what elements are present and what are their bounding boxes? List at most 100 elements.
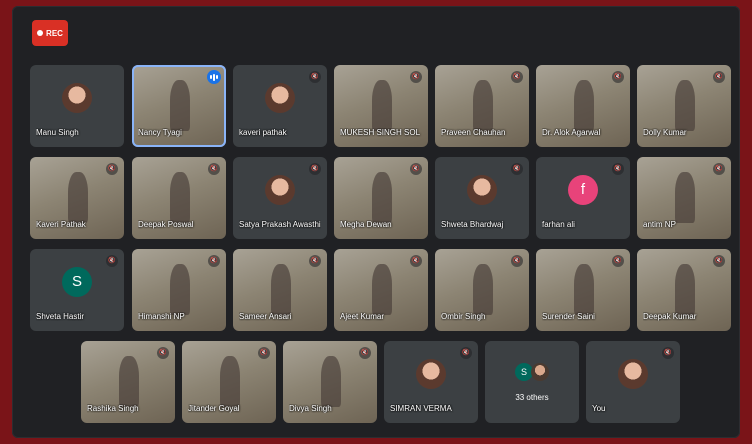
participant-name: antim NP bbox=[643, 220, 676, 229]
mic-off-icon: 🔇 bbox=[713, 163, 725, 175]
others-tile[interactable]: S 33 others bbox=[485, 341, 579, 423]
recording-label: REC bbox=[46, 28, 63, 38]
participant-tile[interactable]: 🔇 Rashika Singh bbox=[81, 341, 175, 423]
participant-video bbox=[67, 171, 89, 223]
participant-tile[interactable]: 🔇 Deepak Kumar bbox=[637, 249, 731, 331]
mic-off-icon: 🔇 bbox=[410, 255, 422, 267]
participant-name: Dr. Alok Agarwal bbox=[542, 128, 601, 137]
participant-name: Shweta Bhardwaj bbox=[441, 220, 504, 229]
participant-video bbox=[371, 263, 393, 315]
mic-off-icon: 🔇 bbox=[309, 163, 321, 175]
mic-off-icon: 🔇 bbox=[713, 255, 725, 267]
participant-tile[interactable]: 🔇 Ajeet Kumar bbox=[334, 249, 428, 331]
participant-name: farhan ali bbox=[542, 220, 575, 229]
mic-off-icon: 🔇 bbox=[662, 347, 674, 359]
participant-tile[interactable]: S 🔇 Shveta Hastir bbox=[30, 249, 124, 331]
participant-tile[interactable]: 🔇 SIMRAN VERMA bbox=[384, 341, 478, 423]
mic-off-icon: 🔇 bbox=[208, 255, 220, 267]
mic-off-icon: 🔇 bbox=[460, 347, 472, 359]
participant-tile[interactable]: Manu Singh bbox=[30, 65, 124, 147]
participant-tile[interactable]: 🔇 Ombir Singh bbox=[435, 249, 529, 331]
mic-off-icon: 🔇 bbox=[511, 71, 523, 83]
participant-tile[interactable]: 🔇 Dr. Alok Agarwal bbox=[536, 65, 630, 147]
mic-off-icon: 🔇 bbox=[106, 255, 118, 267]
mic-off-icon: 🔇 bbox=[309, 71, 321, 83]
mic-off-icon: 🔇 bbox=[511, 255, 523, 267]
participant-tile[interactable]: 🔇 MUKESH SINGH SOL bbox=[334, 65, 428, 147]
participant-avatar bbox=[265, 82, 295, 113]
participant-tile[interactable]: 🔇 antim NP bbox=[637, 157, 731, 239]
participant-tile[interactable]: 🔇 Himanshi NP bbox=[132, 249, 226, 331]
participant-avatar bbox=[467, 174, 497, 205]
participant-video bbox=[219, 355, 241, 407]
participant-name: Kaveri Pathak bbox=[36, 220, 86, 229]
participant-tile[interactable]: 🔇 Dolly Kumar bbox=[637, 65, 731, 147]
mic-off-icon: 🔇 bbox=[157, 347, 169, 359]
participant-name: Shveta Hastir bbox=[36, 312, 85, 321]
participant-tile[interactable]: 🔇 Surender Saini bbox=[536, 249, 630, 331]
participant-video bbox=[573, 79, 595, 131]
mic-off-icon: 🔇 bbox=[309, 255, 321, 267]
participant-tile[interactable]: 🔇 Satya Prakash Awasthi bbox=[233, 157, 327, 239]
participant-video bbox=[472, 79, 494, 131]
participant-video bbox=[320, 355, 342, 407]
mic-off-icon: 🔇 bbox=[208, 163, 220, 175]
participant-avatar: S bbox=[62, 266, 92, 297]
participant-avatar bbox=[265, 174, 295, 205]
others-label: 33 others bbox=[515, 393, 549, 402]
participant-name: Dolly Kumar bbox=[643, 128, 687, 137]
participant-video bbox=[674, 171, 696, 223]
participant-avatar: f bbox=[568, 174, 598, 205]
participant-tile[interactable]: 🔇 Sameer Ansari bbox=[233, 249, 327, 331]
mic-off-icon: 🔇 bbox=[511, 163, 523, 175]
participant-video bbox=[169, 171, 191, 223]
participant-name: Praveen Chauhan bbox=[441, 128, 506, 137]
participant-tile[interactable]: 🔇 Shweta Bhardwaj bbox=[435, 157, 529, 239]
participant-video bbox=[472, 263, 494, 315]
mic-off-icon: 🔇 bbox=[713, 71, 725, 83]
participant-video bbox=[169, 263, 191, 315]
participant-name: Deepak Poswal bbox=[138, 220, 194, 229]
recording-badge: REC bbox=[32, 20, 68, 46]
participant-tile[interactable]: 🔇 Deepak Poswal bbox=[132, 157, 226, 239]
participant-name: Divya Singh bbox=[289, 404, 332, 413]
participant-name: Manu Singh bbox=[36, 128, 79, 137]
mic-off-icon: 🔇 bbox=[359, 347, 371, 359]
participant-name: kaveri pathak bbox=[239, 128, 287, 137]
participant-name: Himanshi NP bbox=[138, 312, 185, 321]
participant-name: Sameer Ansari bbox=[239, 312, 292, 321]
participant-video bbox=[371, 171, 393, 223]
participant-name: Ombir Singh bbox=[441, 312, 486, 321]
participant-video bbox=[573, 263, 595, 315]
participant-tile[interactable]: 🔇 Kaveri Pathak bbox=[30, 157, 124, 239]
mic-off-icon: 🔇 bbox=[258, 347, 270, 359]
mic-off-icon: 🔇 bbox=[612, 163, 624, 175]
audio-level-icon bbox=[207, 70, 221, 84]
participant-tile[interactable]: 🔇 Megha Dewan bbox=[334, 157, 428, 239]
mic-off-icon: 🔇 bbox=[410, 163, 422, 175]
participant-tile[interactable]: f 🔇 farhan ali bbox=[536, 157, 630, 239]
participant-video bbox=[169, 79, 191, 131]
participant-tile[interactable]: Nancy Tyagi bbox=[132, 65, 226, 147]
participant-name: Deepak Kumar bbox=[643, 312, 697, 321]
mic-off-icon: 🔇 bbox=[410, 71, 422, 83]
participant-name: Surender Saini bbox=[542, 312, 595, 321]
participant-video bbox=[371, 79, 393, 131]
participant-video bbox=[674, 79, 696, 131]
others-avatar-photo bbox=[531, 363, 549, 381]
mic-off-icon: 🔇 bbox=[612, 71, 624, 83]
participant-video bbox=[270, 263, 292, 315]
participant-name: You bbox=[592, 404, 606, 413]
participant-avatar bbox=[62, 82, 92, 113]
participant-name: Megha Dewan bbox=[340, 220, 392, 229]
meeting-grid: REC Manu Singh Nancy Tyagi 🔇 kaveri pathak 🔇… bbox=[12, 6, 740, 438]
participant-avatar bbox=[618, 358, 648, 389]
mic-off-icon: 🔇 bbox=[106, 163, 118, 175]
participant-tile[interactable]: 🔇 Divya Singh bbox=[283, 341, 377, 423]
participant-video bbox=[674, 263, 696, 315]
participant-name: MUKESH SINGH SOL bbox=[340, 128, 421, 137]
participant-tile[interactable]: 🔇 You bbox=[586, 341, 680, 423]
participant-tile[interactable]: 🔇 kaveri pathak bbox=[233, 65, 327, 147]
participant-tile[interactable]: 🔇 Praveen Chauhan bbox=[435, 65, 529, 147]
participant-tile[interactable]: 🔇 Jitander Goyal bbox=[182, 341, 276, 423]
